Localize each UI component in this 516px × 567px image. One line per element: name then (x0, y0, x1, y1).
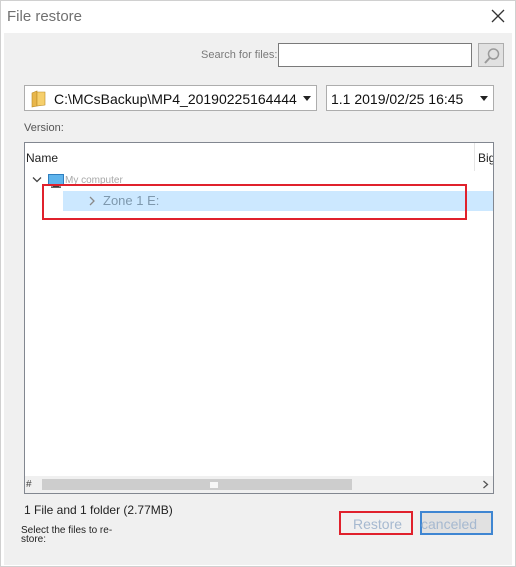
close-button[interactable] (485, 4, 511, 28)
search-button[interactable] (478, 43, 504, 67)
chevron-down-icon[interactable] (32, 176, 42, 184)
cancel-button[interactable]: canceled (420, 511, 493, 535)
cancel-button-label: canceled (421, 516, 478, 532)
dialog-body: Search for files: C:\MCsBackup\MP4_20190… (4, 33, 512, 565)
tree-column-header: Name Big (25, 143, 493, 171)
close-icon (491, 9, 505, 23)
column-separator[interactable] (474, 143, 475, 171)
chevron-down-icon (303, 96, 311, 101)
restore-hint: Select the files to re- store: (21, 525, 113, 545)
column-big-header[interactable]: Big (478, 151, 493, 165)
backup-path-dropdown[interactable]: C:\MCsBackup\MP4_20190225164444 (24, 85, 317, 111)
title-bar: File restore (1, 1, 515, 33)
scroll-right-button[interactable] (478, 476, 493, 493)
folder-icon (31, 90, 46, 108)
file-tree[interactable]: Name Big My computer Zone 1 E: # (24, 142, 494, 494)
version-value: 1.1 2019/02/25 16:45 (331, 91, 464, 107)
row-number-mark: # (26, 479, 32, 490)
column-name-header[interactable]: Name (26, 151, 58, 165)
window-title: File restore (7, 8, 83, 25)
restore-button-label: Restore (353, 516, 403, 532)
chevron-right-icon (483, 480, 489, 489)
scrollbar-thumb[interactable] (42, 479, 352, 490)
annotation-highlight-box (42, 184, 467, 220)
search-icon (484, 48, 500, 64)
search-label: Search for files: (201, 49, 278, 61)
search-input[interactable] (278, 43, 472, 67)
version-label: Version: (24, 122, 64, 134)
file-restore-dialog: File restore Search for files: C:\MCsBac… (0, 0, 516, 567)
chevron-down-icon (480, 96, 488, 101)
version-dropdown[interactable]: 1.1 2019/02/25 16:45 (326, 85, 494, 111)
restore-button[interactable]: Restore (339, 511, 413, 535)
horizontal-scrollbar[interactable]: # (25, 476, 493, 493)
thumb-grip (210, 482, 218, 488)
backup-path-value: C:\MCsBackup\MP4_20190225164444 (54, 91, 297, 107)
selection-summary: 1 File and 1 folder (2.77MB) (24, 503, 173, 517)
